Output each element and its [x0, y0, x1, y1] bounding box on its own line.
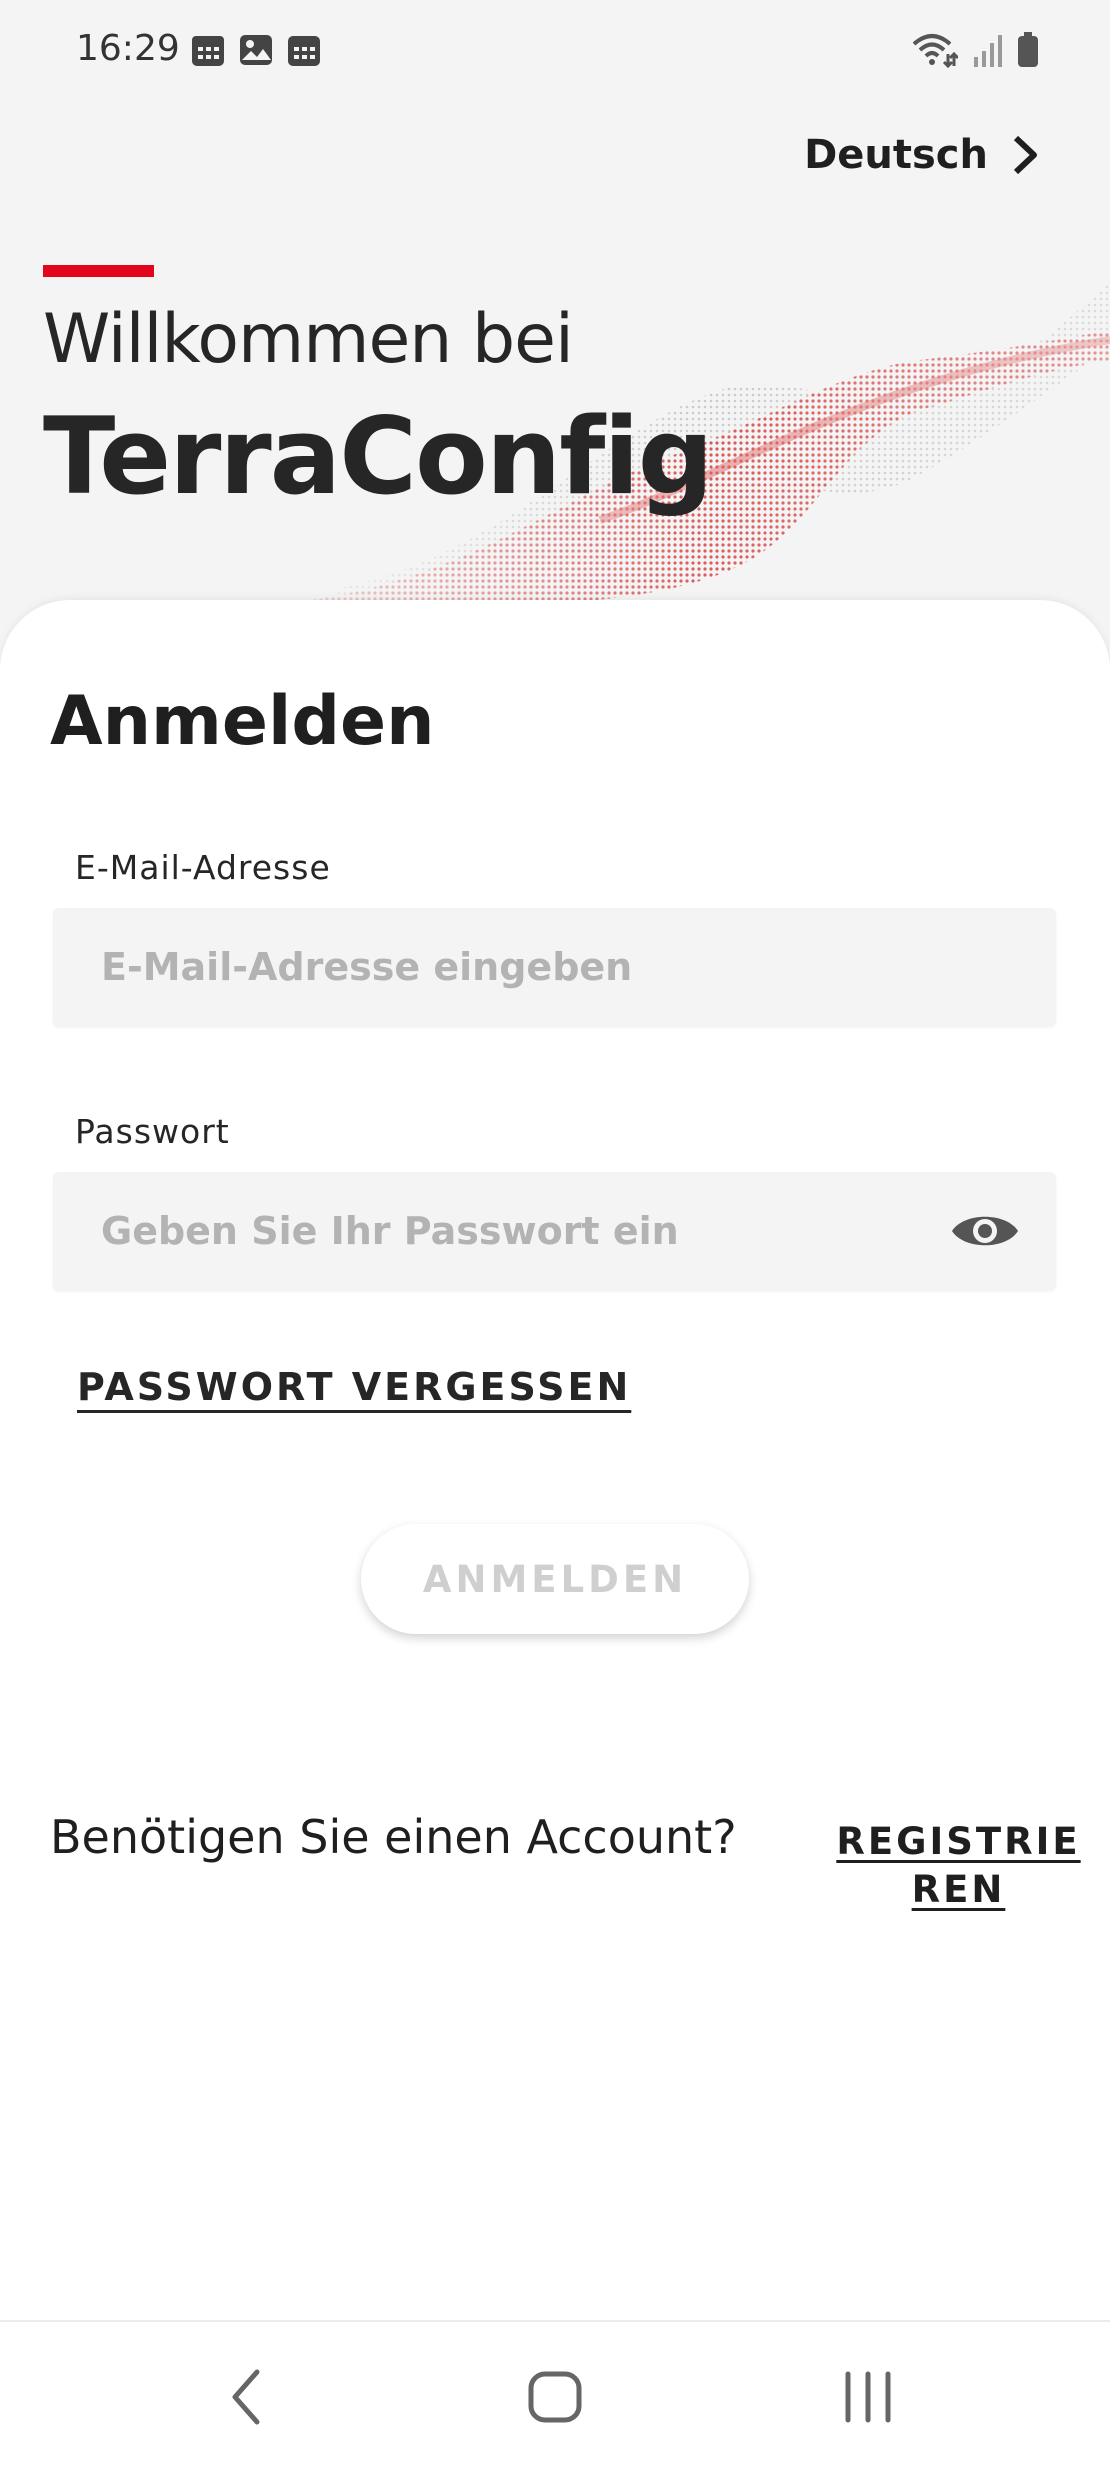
- login-title: Anmelden: [50, 682, 435, 761]
- email-field-container: [53, 908, 1056, 1026]
- language-switcher[interactable]: Deutsch: [804, 132, 1040, 178]
- battery-icon: [1018, 32, 1038, 67]
- password-label: Passwort: [75, 1112, 230, 1151]
- system-navigation-bar: [0, 2320, 1110, 2467]
- login-card: Anmelden E-Mail-Adresse Passwort PASSWOR…: [0, 600, 1110, 2320]
- forgot-password-link[interactable]: PASSWORT VERGESSEN: [77, 1365, 631, 1409]
- need-account-text: Benötigen Sie einen Account?: [50, 1810, 737, 1864]
- wifi-icon: [912, 34, 958, 69]
- back-icon[interactable]: [207, 2362, 287, 2432]
- password-field[interactable]: [53, 1172, 1056, 1290]
- calendar-icon: [192, 36, 224, 66]
- register-link[interactable]: REGISTRIEREN: [826, 1818, 1091, 1914]
- status-bar: 16:29: [0, 0, 1110, 100]
- email-field[interactable]: [53, 908, 1056, 1026]
- chevron-right-icon: [1013, 135, 1037, 175]
- eye-icon[interactable]: [950, 1206, 1020, 1256]
- welcome-text: Willkommen bei: [43, 300, 574, 379]
- login-screen: 16:29 Deutsch Willkommen bei TerraConfig…: [0, 0, 1110, 2467]
- image-icon: [240, 35, 272, 65]
- signal-icon: [974, 35, 1002, 67]
- accent-bar: [43, 265, 154, 277]
- brand-name: TerraConfig: [43, 395, 714, 518]
- password-field-container: [53, 1172, 1056, 1290]
- status-icons: [912, 30, 1040, 70]
- language-label: Deutsch: [804, 132, 988, 178]
- home-icon[interactable]: [515, 2362, 595, 2432]
- calendar-icon: [288, 36, 320, 66]
- login-button[interactable]: ANMELDEN: [361, 1524, 749, 1634]
- email-label: E-Mail-Adresse: [75, 848, 331, 887]
- status-time: 16:29: [76, 28, 180, 69]
- recents-icon[interactable]: [828, 2362, 908, 2432]
